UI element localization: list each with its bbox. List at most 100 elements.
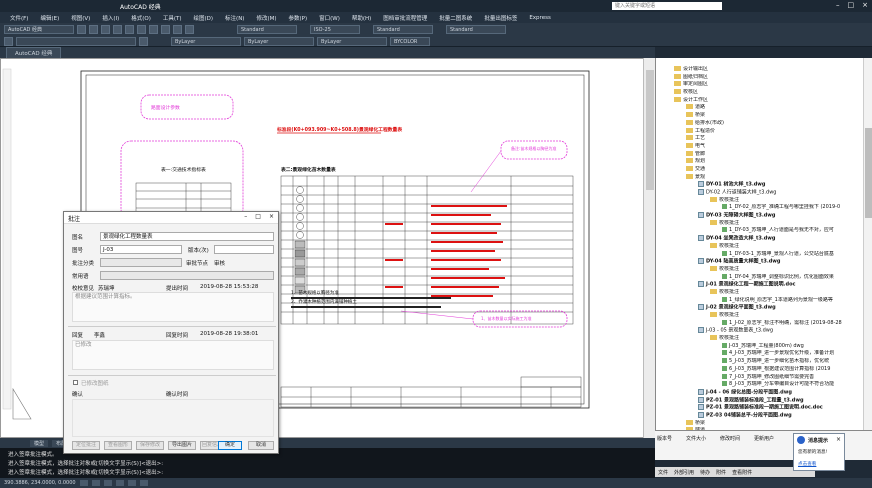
menu-dimension[interactable]: 标注(N) — [219, 14, 250, 22]
menu-params[interactable]: 参数(P) — [283, 14, 314, 22]
minimize-icon[interactable]: – — [244, 213, 247, 220]
redo-icon[interactable] — [137, 25, 146, 34]
close-icon[interactable]: × — [862, 1, 868, 9]
tab-todo[interactable]: 待办 — [700, 469, 710, 476]
close-icon[interactable]: × — [836, 436, 841, 443]
col-version[interactable]: 版本号 — [657, 435, 672, 442]
tree-item[interactable]: 1_DY-02_原志宇_准确工程与哪里挂我下 (2019-0 — [656, 204, 861, 212]
tab-xref[interactable]: 外部引用 — [674, 469, 694, 476]
tree-item[interactable]: J-04 - 06 绿化总图-分段平面图.dwg — [656, 388, 861, 397]
tree-item[interactable]: 校核批注 — [656, 335, 861, 343]
menu-window[interactable]: 窗口(W) — [313, 14, 346, 22]
category-select[interactable] — [100, 258, 182, 267]
tree-item[interactable]: J-02 景观绿化平面图_t3.dwg — [656, 304, 861, 312]
menu-help[interactable]: 帮助(H) — [346, 14, 377, 22]
multileader-style-select[interactable]: Standard — [446, 25, 506, 34]
version-field[interactable] — [214, 245, 274, 254]
tree-item[interactable]: PZ-01 景观路铺装标准段一期施工图说明.doc.doc — [656, 404, 861, 412]
undo-icon[interactable] — [125, 25, 134, 34]
col-user[interactable]: 更新用户 — [754, 435, 774, 442]
export-image-button[interactable]: 导出图片 — [168, 441, 196, 450]
tree-item[interactable]: 5_J-03_苏瑞坤_进一步细化苗木指标，优化统 — [656, 358, 861, 366]
menu-tools[interactable]: 工具(T) — [157, 14, 188, 22]
tree-item[interactable]: DY-03 无障碍大样图_t3.dwg — [656, 212, 861, 220]
tree-item[interactable]: J-01 景观绿化工程一期施工图说明.doc — [656, 281, 861, 289]
tree-item[interactable]: 校核批注 — [656, 219, 861, 228]
menu-batch-print[interactable]: 批量出图标签 — [478, 14, 523, 22]
tree-item[interactable]: 电气 — [656, 142, 861, 151]
tree-item[interactable]: 工程造价 — [656, 127, 861, 136]
tree-item[interactable]: PZ-03 04铺装总平-分段平面图.dwg — [656, 411, 861, 420]
layer-manager-icon[interactable] — [4, 36, 13, 46]
drawing-name-field[interactable]: 景观绿化工程数量表 — [100, 232, 274, 241]
tree-item[interactable]: 景观 — [656, 173, 861, 182]
tree-item[interactable]: 图纸归档区 — [656, 73, 861, 82]
tree-item[interactable]: 规划 — [656, 158, 861, 166]
grid-icon[interactable] — [91, 480, 100, 486]
tree-item[interactable]: 给排水(市政) — [656, 119, 861, 128]
tree-item[interactable]: 校核批注 — [656, 242, 861, 251]
layer-select[interactable] — [16, 36, 136, 46]
tree-item[interactable]: 8_J-03_苏瑞坤_分车带编目设计可能不符合功能 — [656, 381, 861, 389]
tree-scroll-thumb[interactable] — [865, 128, 872, 218]
save-changes-button[interactable]: 保存修改 — [136, 441, 164, 450]
color-select[interactable]: ByLayer — [171, 36, 241, 46]
modified-checkbox[interactable] — [73, 380, 78, 385]
new-icon[interactable] — [77, 25, 86, 34]
menu-modify[interactable]: 修改(M) — [250, 14, 282, 22]
tree-item[interactable]: 1_绿化说明_原志宇_1本道路列为景观一级路等 — [656, 296, 861, 305]
tab-document[interactable]: AutoCAD 经典 — [6, 47, 62, 58]
tree-item[interactable]: 校核批注 — [656, 312, 861, 320]
tree-item[interactable]: J-03_苏瑞坤_工程量(800m) dwg — [656, 342, 861, 351]
tree-item[interactable]: 校核批注 — [656, 196, 861, 205]
text-style-select[interactable]: Standard — [237, 25, 297, 34]
snap-icon[interactable] — [79, 480, 88, 486]
tree-item[interactable]: 1_DY-04_苏瑞坤_调整标识比例，优化图面效果 — [656, 273, 861, 282]
cmd-prompt[interactable]: 进入签章批注模式，选择批注对象或[切换文字显示(S)]<退出>: — [8, 468, 163, 476]
confirm-text[interactable] — [72, 399, 274, 437]
linetype-select[interactable]: ByLayer — [244, 36, 314, 46]
menu-express[interactable]: Express — [523, 15, 556, 21]
tree-item[interactable]: J-03 - 05 景观数量表_t3.dwg — [656, 327, 861, 335]
tree-item[interactable]: DY-04 陆高质量大样图_t3.dwg — [656, 258, 861, 266]
menu-view[interactable]: 视图(V) — [65, 14, 96, 22]
col-modified[interactable]: 修改时间 — [720, 435, 740, 442]
tree-item[interactable]: 1_DY-03_苏瑞坤_人行道面是与我无不对，应可 — [656, 227, 861, 235]
open-icon[interactable] — [89, 25, 98, 34]
tree-item[interactable]: 1_J-02_原志宇_标注不明确，需标注 (2019-08-28 — [656, 319, 861, 328]
menu-edit[interactable]: 编辑(E) — [34, 14, 65, 22]
tree-item[interactable]: 管廊 — [656, 150, 861, 159]
tab-model[interactable]: 模型 — [30, 439, 49, 447]
tab-view-attachment[interactable]: 查看附件 — [732, 469, 752, 476]
tree-item[interactable]: 4_J-03_苏瑞坤_进一步景观优化升级，准备计划 — [656, 350, 861, 358]
maximize-icon[interactable]: □ — [255, 213, 261, 220]
col-size[interactable]: 文件大小 — [686, 435, 706, 442]
menu-format[interactable]: 格式(O) — [125, 14, 157, 22]
tree-item[interactable]: 设计输出区 — [656, 66, 861, 74]
lineweight-select[interactable]: ByLayer — [317, 36, 387, 46]
tree-item[interactable]: 道路 — [656, 104, 861, 112]
plotstyle-select[interactable]: BYCOLOR — [390, 36, 430, 46]
opinion-text[interactable]: 根据建议范围计算指标。 — [72, 292, 274, 322]
drawing-no-field[interactable]: J-03 — [100, 245, 182, 254]
tree-item[interactable]: 7_J-03_苏瑞坤_修改图纸细节需要完善 — [656, 373, 861, 382]
tree-item[interactable]: 校核批注 — [656, 265, 861, 274]
tree-item[interactable]: 审定阅图区 — [656, 81, 861, 89]
tree-item[interactable]: 6_J-03_苏瑞坤_根据建议范围计算指标 (2019 — [656, 365, 861, 374]
close-icon[interactable]: × — [269, 213, 274, 220]
maximize-icon[interactable]: □ — [848, 1, 855, 9]
locate-annotation-button[interactable]: 定位批注 — [72, 441, 100, 450]
menu-file[interactable]: 文件(F) — [4, 14, 34, 22]
tree-item[interactable]: 交通 — [656, 165, 861, 174]
ortho-icon[interactable] — [103, 480, 112, 486]
reply-text[interactable]: 已修改 — [72, 340, 274, 370]
tree-item[interactable]: 1_DY-03-1_苏瑞坤_景观人行道，公交站台底基 — [656, 250, 861, 259]
dim-style-select[interactable]: ISO-25 — [310, 25, 360, 34]
osnap-icon[interactable] — [127, 480, 136, 486]
view-graphic-button[interactable]: 查看图形 — [104, 441, 132, 450]
drawing-vertical-scrollbar[interactable] — [643, 58, 655, 438]
workspace-select[interactable]: AutoCAD 经典 — [4, 25, 74, 34]
tree-item[interactable]: 桥梁 — [656, 112, 861, 120]
tree-item[interactable]: 校核批注 — [656, 288, 861, 297]
menu-draw[interactable]: 绘图(D) — [188, 14, 220, 22]
